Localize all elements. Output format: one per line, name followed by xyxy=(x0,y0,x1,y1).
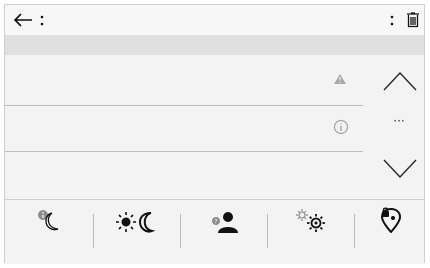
info-circle-icon xyxy=(333,119,349,135)
vertical-dots-icon[interactable] xyxy=(39,14,45,28)
tab-night-mode[interactable] xyxy=(5,200,93,264)
tab-location[interactable] xyxy=(355,200,425,264)
chevron-up-icon[interactable] xyxy=(383,71,417,91)
settings-gears-icon xyxy=(296,209,325,232)
list-item[interactable] xyxy=(5,55,363,105)
status-strip xyxy=(5,36,424,55)
chevron-down-icon[interactable] xyxy=(383,159,417,179)
list-area: ··· xyxy=(5,55,424,199)
more-indicator[interactable]: ··· xyxy=(388,115,410,127)
tab-settings[interactable] xyxy=(268,200,354,264)
svg-text:?: ? xyxy=(214,219,217,226)
vertical-dots-icon[interactable] xyxy=(389,14,395,28)
trash-icon[interactable] xyxy=(406,12,420,28)
arrow-left-icon[interactable] xyxy=(13,13,33,27)
list-item[interactable] xyxy=(5,152,363,199)
location-lock-icon xyxy=(380,207,402,233)
app-window: ··· ? xyxy=(4,4,425,264)
night-mode-icon xyxy=(38,210,59,231)
user-unknown-icon: ? xyxy=(212,212,238,233)
warning-triangle-icon xyxy=(334,74,346,84)
tab-user[interactable]: ? xyxy=(181,200,267,264)
list-item[interactable] xyxy=(5,106,363,151)
tab-day-night[interactable] xyxy=(94,200,180,264)
top-toolbar xyxy=(5,5,424,36)
bottom-tab-bar: ? xyxy=(5,199,424,264)
day-night-icon xyxy=(116,212,156,233)
